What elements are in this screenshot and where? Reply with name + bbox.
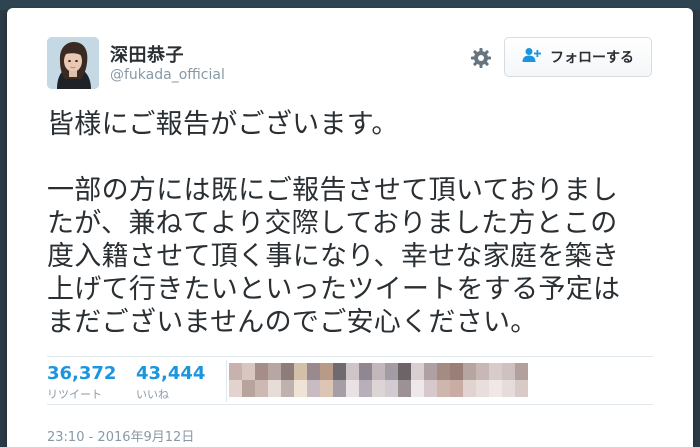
tweet-card: 深田恭子 @fukada_official フォローする 皆様にご報告がございま… bbox=[7, 8, 693, 447]
mosaic-pixel bbox=[242, 363, 255, 380]
like-count: 43,444 bbox=[136, 363, 206, 384]
screen-name[interactable]: @fukada_official bbox=[110, 67, 225, 83]
mosaic-pixel bbox=[346, 363, 359, 380]
mosaic-pixel bbox=[463, 363, 476, 380]
mosaic-column bbox=[255, 363, 268, 397]
retweet-count: 36,372 bbox=[47, 363, 117, 384]
mosaic-column bbox=[372, 363, 385, 397]
display-name[interactable]: 深田恭子 bbox=[110, 41, 184, 67]
mosaic-pixel bbox=[385, 380, 398, 397]
mosaic-pixel bbox=[489, 363, 502, 380]
mosaic-pixel bbox=[320, 380, 333, 397]
mosaic-column bbox=[333, 363, 346, 397]
mosaic-column bbox=[385, 363, 398, 397]
mosaic-pixel bbox=[359, 363, 372, 380]
mosaic-pixel bbox=[255, 380, 268, 397]
mosaic-pixel bbox=[424, 363, 437, 380]
mosaic-column bbox=[281, 363, 294, 397]
mosaic-pixel bbox=[450, 380, 463, 397]
avatar-image bbox=[47, 37, 99, 89]
mosaic-pixel bbox=[489, 380, 502, 397]
liker-avatars-pixelated bbox=[229, 363, 528, 397]
tweet-line: 度入籍させて頂く事になり、幸せな家庭を築き bbox=[47, 241, 620, 272]
follow-button-label: フォローする bbox=[550, 50, 634, 66]
mosaic-pixel bbox=[333, 363, 346, 380]
mosaic-column bbox=[229, 363, 242, 397]
mosaic-pixel bbox=[463, 380, 476, 397]
mosaic-pixel bbox=[450, 363, 463, 380]
mosaic-column bbox=[476, 363, 489, 397]
mosaic-pixel bbox=[359, 380, 372, 397]
mosaic-pixel bbox=[281, 363, 294, 380]
mosaic-pixel bbox=[411, 363, 424, 380]
mosaic-pixel bbox=[476, 363, 489, 380]
mosaic-pixel bbox=[502, 363, 515, 380]
mosaic-pixel bbox=[515, 380, 528, 397]
mosaic-column bbox=[398, 363, 411, 397]
mosaic-pixel bbox=[333, 380, 346, 397]
avatar[interactable] bbox=[47, 37, 99, 89]
mosaic-pixel bbox=[294, 363, 307, 380]
mosaic-pixel bbox=[294, 380, 307, 397]
mosaic-pixel bbox=[502, 380, 515, 397]
mosaic-pixel bbox=[411, 380, 424, 397]
gear-icon[interactable] bbox=[469, 46, 493, 70]
mosaic-pixel bbox=[268, 363, 281, 380]
like-stat[interactable]: 43,444 いいね bbox=[136, 363, 205, 402]
mosaic-pixel bbox=[437, 363, 450, 380]
stats-separator bbox=[226, 360, 227, 402]
mosaic-column bbox=[463, 363, 476, 397]
retweet-label: リツイート bbox=[47, 388, 102, 401]
mosaic-pixel bbox=[385, 363, 398, 380]
mosaic-pixel bbox=[242, 380, 255, 397]
tweet-line: 上げて行きたいといったツイートをする予定は bbox=[47, 274, 621, 305]
tweet-text: 皆様にご報告がございます。 一部の方には既にご報告させて頂いておりまし たが、兼… bbox=[47, 108, 687, 339]
tweet-line: 皆様にご報告がございます。 bbox=[47, 109, 399, 140]
retweet-stat[interactable]: 36,372 リツイート bbox=[47, 363, 116, 402]
mosaic-column bbox=[411, 363, 424, 397]
mosaic-column bbox=[515, 363, 528, 397]
mosaic-column bbox=[307, 363, 320, 397]
stats-divider-top bbox=[47, 356, 653, 357]
stats-divider-bottom bbox=[47, 404, 653, 405]
mosaic-pixel bbox=[229, 380, 242, 397]
add-user-icon bbox=[522, 47, 542, 67]
mosaic-column bbox=[320, 363, 333, 397]
mosaic-column bbox=[502, 363, 515, 397]
like-label: いいね bbox=[136, 388, 169, 401]
mosaic-pixel bbox=[255, 363, 268, 380]
mosaic-column bbox=[450, 363, 463, 397]
mosaic-column bbox=[346, 363, 359, 397]
mosaic-column bbox=[424, 363, 437, 397]
mosaic-pixel bbox=[398, 380, 411, 397]
mosaic-pixel bbox=[437, 380, 450, 397]
tweet-line: まだございませんのでご安心ください。 bbox=[47, 307, 538, 338]
mosaic-column bbox=[359, 363, 372, 397]
tweet-line-blank bbox=[47, 141, 687, 174]
mosaic-pixel bbox=[424, 380, 437, 397]
mosaic-pixel bbox=[307, 363, 320, 380]
mosaic-column bbox=[294, 363, 307, 397]
mosaic-pixel bbox=[229, 363, 242, 380]
mosaic-pixel bbox=[372, 380, 385, 397]
mosaic-pixel bbox=[476, 380, 489, 397]
mosaic-column bbox=[437, 363, 450, 397]
mosaic-column bbox=[242, 363, 255, 397]
mosaic-column bbox=[489, 363, 502, 397]
tweet-line: たが、兼ねてより交際しておりました方とこの bbox=[47, 208, 618, 239]
mosaic-pixel bbox=[398, 363, 411, 380]
mosaic-pixel bbox=[372, 363, 385, 380]
mosaic-pixel bbox=[320, 363, 333, 380]
mosaic-column bbox=[268, 363, 281, 397]
mosaic-pixel bbox=[346, 380, 359, 397]
follow-button[interactable]: フォローする bbox=[504, 37, 652, 77]
mosaic-pixel bbox=[307, 380, 320, 397]
timestamp[interactable]: 23:10 - 2016年9月12日 bbox=[47, 426, 194, 445]
mosaic-pixel bbox=[268, 380, 281, 397]
tweet-line: 一部の方には既にご報告させて頂いておりまし bbox=[47, 175, 619, 206]
mosaic-pixel bbox=[281, 380, 294, 397]
mosaic-pixel bbox=[515, 363, 528, 380]
